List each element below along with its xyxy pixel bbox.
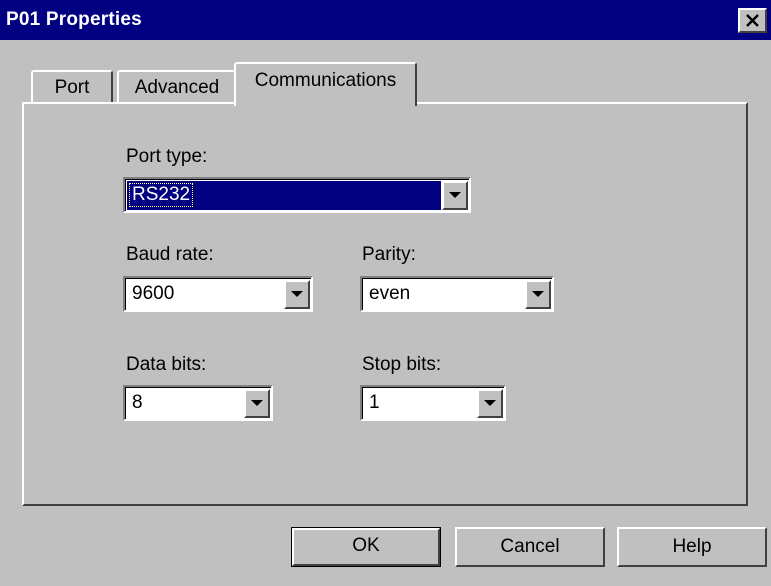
title-bar[interactable]: P01 Properties	[0, 0, 771, 40]
cancel-button[interactable]: Cancel	[455, 527, 605, 567]
parity-value: even	[369, 283, 411, 304]
stop-bits-select-frame: 1	[362, 387, 504, 419]
port-type-select-frame: RS232	[125, 179, 469, 211]
baud-rate-value: 9600	[132, 283, 175, 304]
window-title: P01 Properties	[6, 9, 142, 30]
port-type-dropdown-button[interactable]	[442, 181, 468, 210]
stop-bits-select[interactable]: 1	[360, 385, 506, 421]
ok-button-label: OK	[352, 535, 380, 556]
close-button[interactable]	[738, 8, 767, 33]
stop-bits-dropdown-button[interactable]	[477, 389, 503, 418]
data-bits-value: 8	[132, 392, 143, 413]
chevron-down-icon	[251, 400, 263, 406]
active-tab-join	[236, 100, 415, 106]
tab-port[interactable]: Port	[31, 70, 113, 102]
baud-rate-select[interactable]: 9600	[123, 276, 313, 312]
parity-dropdown-button[interactable]	[525, 280, 551, 309]
tab-advanced-label: Advanced	[134, 77, 220, 98]
stop-bits-value: 1	[369, 392, 380, 413]
parity-label: Parity:	[362, 244, 416, 265]
ok-button[interactable]: OK	[291, 527, 441, 567]
tab-advanced[interactable]: Advanced	[117, 70, 237, 102]
port-type-select[interactable]: RS232	[123, 177, 471, 213]
port-type-label: Port type:	[126, 146, 208, 167]
close-icon	[746, 14, 759, 27]
data-bits-dropdown-button[interactable]	[244, 389, 270, 418]
baud-rate-dropdown-button[interactable]	[284, 280, 310, 309]
chevron-down-icon	[484, 400, 496, 406]
baud-rate-label: Baud rate:	[126, 244, 214, 265]
port-type-value: RS232	[128, 183, 194, 207]
data-bits-select[interactable]: 8	[123, 385, 273, 421]
properties-dialog: P01 Properties Port Advanced Communicati…	[0, 0, 771, 586]
data-bits-select-frame: 8	[125, 387, 271, 419]
chevron-down-icon	[532, 291, 544, 297]
parity-select[interactable]: even	[360, 276, 554, 312]
help-button-label: Help	[672, 536, 712, 557]
chevron-down-icon	[291, 291, 303, 297]
help-button[interactable]: Help	[617, 527, 767, 567]
data-bits-label: Data bits:	[126, 354, 207, 375]
stop-bits-label: Stop bits:	[362, 354, 442, 375]
tab-communications-label: Communications	[254, 70, 397, 91]
baud-rate-select-frame: 9600	[125, 278, 311, 310]
cancel-button-label: Cancel	[500, 536, 560, 557]
chevron-down-icon	[449, 192, 461, 198]
parity-select-frame: even	[362, 278, 552, 310]
tab-port-label: Port	[54, 77, 90, 98]
